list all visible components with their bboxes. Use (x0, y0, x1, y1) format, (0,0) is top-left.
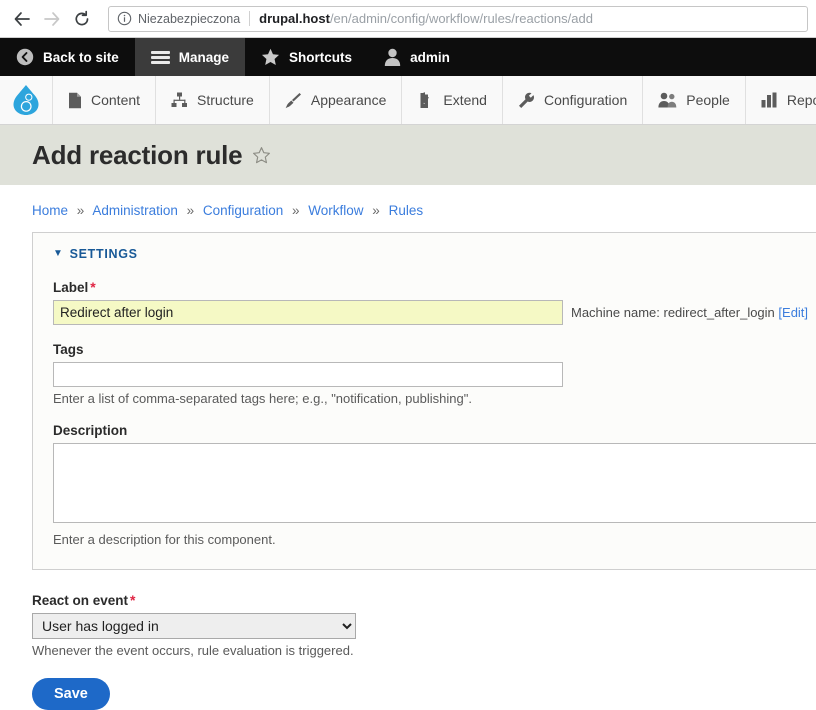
tags-input[interactable] (53, 362, 563, 387)
toolbar-item-shortcuts[interactable]: Shortcuts (245, 38, 368, 76)
breadcrumb: Home » Administration » Configuration » … (0, 185, 816, 232)
description-textarea[interactable] (53, 443, 816, 523)
url-path: /en/admin/config/workflow/rules/reaction… (329, 11, 593, 26)
event-select[interactable]: User has logged in (32, 613, 356, 639)
security-label: Niezabezpieczona (138, 11, 241, 26)
breadcrumb-separator: » (372, 203, 380, 218)
description-field-block: Description Enter a description for this… (53, 423, 816, 547)
puzzle-piece-icon (417, 91, 434, 109)
required-marker: * (90, 279, 96, 295)
breadcrumb-separator: » (76, 203, 85, 218)
tags-field-label: Tags (53, 342, 84, 357)
event-description: Whenever the event occurs, rule evaluati… (32, 643, 354, 658)
omnibox-divider (249, 11, 251, 26)
machine-name-display: Machine name: redirect_after_login [Edit… (571, 305, 808, 320)
label-field-label: Label * (53, 279, 816, 295)
drupal-admin-menu: Content Structure Appearance Extend Conf… (0, 76, 816, 125)
hierarchy-icon (171, 92, 188, 108)
page-title: Add reaction rule (32, 139, 243, 170)
address-bar[interactable]: Niezabezpieczona drupal.host/en/admin/co… (108, 5, 808, 32)
back-circle-icon (16, 48, 34, 66)
settings-legend[interactable]: ▼ SETTINGS (53, 247, 816, 261)
breadcrumb-item-rules[interactable]: Rules (389, 203, 424, 218)
breadcrumb-separator: » (291, 203, 300, 218)
menu-item-content[interactable]: Content (53, 76, 157, 124)
toolbar-item-label: Back to site (43, 49, 119, 65)
description-field-label: Description (53, 423, 128, 438)
browser-toolbar: Niezabezpieczona drupal.host/en/admin/co… (0, 0, 816, 38)
drupal-admin-toolbar: Back to site Manage Shortcuts admin (0, 38, 816, 76)
people-icon (658, 92, 677, 108)
url-text: drupal.host/en/admin/config/workflow/rul… (259, 11, 799, 26)
info-circle-icon[interactable] (117, 11, 132, 26)
breadcrumb-item-workflow[interactable]: Workflow (308, 203, 363, 218)
toolbar-item-label: admin (410, 49, 450, 65)
toolbar-item-back-to-site[interactable]: Back to site (0, 38, 135, 76)
page-title-band: Add reaction rule (0, 125, 816, 185)
menu-item-reports[interactable]: Reports (746, 76, 816, 124)
machine-name-text: Machine name: redirect_after_login (571, 305, 775, 320)
user-icon (384, 48, 401, 66)
react-on-event-section: React on event * User has logged in Whene… (0, 570, 816, 658)
required-marker: * (130, 592, 136, 608)
machine-name-edit-link[interactable]: [Edit] (778, 305, 808, 320)
settings-legend-label: SETTINGS (69, 247, 138, 261)
breadcrumb-item-configuration[interactable]: Configuration (203, 203, 283, 218)
menu-item-label: Content (91, 92, 141, 108)
toolbar-item-manage[interactable]: Manage (134, 38, 246, 76)
reload-icon[interactable] (68, 5, 96, 33)
menu-item-extend[interactable]: Extend (402, 76, 503, 124)
tags-field-block: Tags Enter a list of comma-separated tag… (53, 342, 816, 406)
tags-field-description: Enter a list of comma-separated tags her… (53, 391, 472, 406)
toolbar-item-label: Manage (178, 49, 230, 65)
event-label: React on event * (32, 592, 816, 608)
forward-arrow-icon (38, 5, 66, 33)
breadcrumb-item-administration[interactable]: Administration (92, 203, 178, 218)
breadcrumb-item-home[interactable]: Home (32, 203, 68, 218)
menu-item-label: Structure (197, 92, 254, 108)
menu-item-label: Reports (786, 92, 816, 108)
wrench-icon (518, 92, 535, 109)
form-actions: Save (0, 658, 816, 710)
url-domain: drupal.host (259, 11, 330, 26)
toolbar-item-label: Shortcuts (289, 49, 353, 65)
paintbrush-icon (285, 92, 302, 109)
hamburger-icon (150, 50, 170, 65)
back-arrow-icon[interactable] (8, 5, 36, 33)
toolbar-item-admin-user[interactable]: admin (368, 38, 466, 76)
event-label-text: React on event (32, 593, 129, 608)
save-button[interactable]: Save (32, 678, 110, 710)
settings-fieldset: ▼ SETTINGS Label* Machine name: redirect… (32, 232, 816, 570)
label-text: Label (53, 280, 89, 295)
menu-item-configuration[interactable]: Configuration (503, 76, 644, 124)
breadcrumb-separator: » (186, 203, 195, 218)
drupal-droplet-logo[interactable] (0, 76, 53, 124)
description-field-description: Enter a description for this component. (53, 532, 276, 547)
triangle-down-icon: ▼ (53, 248, 64, 259)
star-icon (261, 48, 280, 66)
menu-item-people[interactable]: People (643, 76, 746, 124)
bar-chart-icon (761, 92, 778, 108)
menu-item-appearance[interactable]: Appearance (270, 76, 403, 124)
menu-item-label: Configuration (543, 92, 628, 108)
star-outline-icon[interactable] (252, 146, 271, 165)
label-field-block: Label* Machine name: redirect_after_logi… (53, 279, 816, 325)
menu-item-structure[interactable]: Structure (156, 76, 270, 124)
menu-item-label: Extend (443, 92, 487, 108)
label-field-row: Machine name: redirect_after_login [Edit… (53, 300, 816, 325)
label-input[interactable] (53, 300, 563, 325)
menu-item-label: People (686, 92, 730, 108)
menu-item-label: Appearance (310, 92, 387, 108)
document-icon (68, 92, 82, 109)
